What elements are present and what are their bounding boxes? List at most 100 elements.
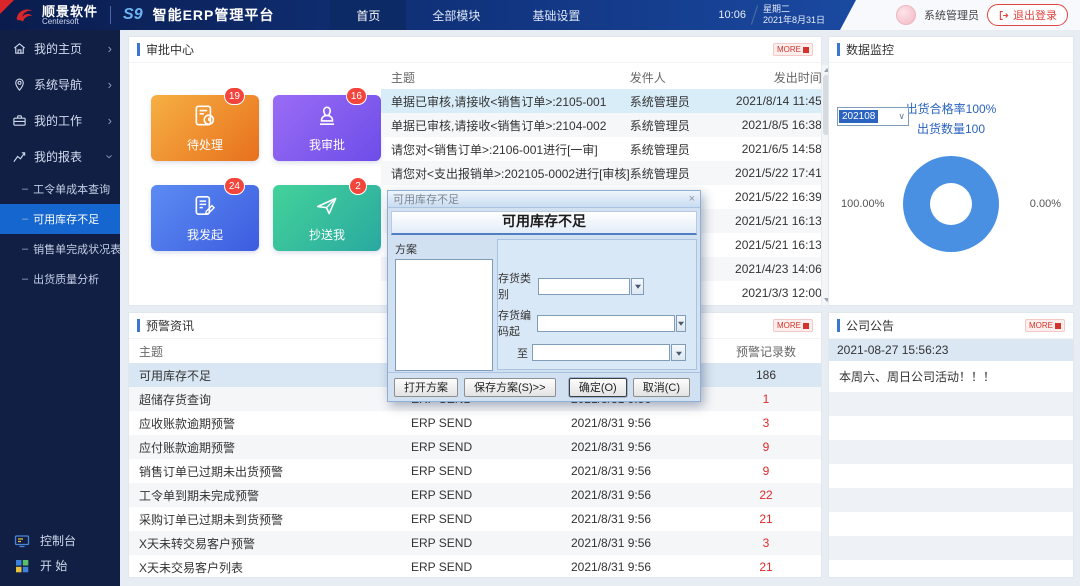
tile-1[interactable]: 16 我审批 <box>273 87 381 161</box>
compose-icon <box>192 193 218 222</box>
sidebar-subitem-3[interactable]: 出货质量分析 <box>0 264 120 294</box>
cell-subject: 单据已审核,请接收<销售订单>:2105-001 <box>391 94 607 109</box>
cell-count: 3 <box>762 536 770 550</box>
plan-listbox[interactable] <box>395 259 493 371</box>
field-input-0[interactable] <box>538 277 631 295</box>
donut-right-label: 0.00% <box>1029 197 1061 210</box>
chevron-right-icon: › <box>107 76 112 92</box>
more-button[interactable]: MORE <box>773 43 813 56</box>
panel-title: 公司公告 <box>846 319 895 333</box>
sidebar-subitem-0[interactable]: 工令单成本查询 <box>0 174 120 204</box>
nav-item-1[interactable]: 全部模块 <box>406 0 506 30</box>
table-row[interactable]: X天未转交易客户预警 ERP SEND 2021/8/31 9:56 3 <box>129 531 821 555</box>
sidebar-subitem-2[interactable]: 销售单完成状况表 <box>0 234 121 264</box>
cancel-button[interactable]: 取消(C) <box>632 377 690 397</box>
panel-title: 预警资讯 <box>146 319 195 333</box>
tile-badge: 16 <box>345 87 367 105</box>
table-row[interactable]: 单据已审核,请接收<销售订单>:2104-002 系统管理员 2021/8/5 16… <box>381 113 826 137</box>
lookup-button[interactable] <box>631 277 644 295</box>
cell-time: 2021/5/22 16:39 <box>735 190 822 204</box>
sidebar-item-label: 我的报表 <box>34 149 83 164</box>
tile-badge: 2 <box>349 177 367 195</box>
cell-sender: ERP SEND <box>411 512 473 526</box>
field-input-1[interactable] <box>536 314 675 332</box>
panel-accent <box>837 319 840 332</box>
sidebar-item-label: 我的主页 <box>34 41 83 56</box>
nav-item-2[interactable]: 基础设置 <box>506 0 606 30</box>
cell-time: 2021/8/31 9:56 <box>571 464 652 478</box>
more-button[interactable]: MORE <box>773 319 813 332</box>
cell-count: 21 <box>759 512 773 526</box>
cell-subject: 可用库存不足 <box>139 368 212 383</box>
cell-count: 9 <box>762 440 770 454</box>
table-header: 主题 发件人 发出时间 <box>391 70 822 85</box>
dialog-title: 可用库存不足 <box>393 194 459 206</box>
period-select[interactable]: 202108 ∨ <box>837 107 909 126</box>
avatar[interactable] <box>896 5 916 25</box>
logout-button[interactable]: 退出登录 <box>987 4 1068 26</box>
sidebar-subitem-1[interactable]: 可用库存不足 <box>0 204 120 234</box>
list-item <box>829 392 1073 416</box>
open-plan-button[interactable]: 打开方案 <box>394 377 458 397</box>
field-row-2: 至 <box>498 344 686 361</box>
cell-sender: ERP SEND <box>411 560 473 574</box>
sidebar-item-0[interactable]: 我的主页 › <box>0 30 120 66</box>
save-plan-button[interactable]: 保存方案(S)>> <box>464 377 556 397</box>
more-icon <box>803 322 809 329</box>
cell-subject: 应收账款逾期预警 <box>139 416 236 431</box>
field-row-0: 存货类别 <box>498 270 686 302</box>
table-row[interactable]: 单据已审核,请接收<销售订单>:2105-001 系统管理员 2021/8/14 1… <box>381 89 826 113</box>
table-row[interactable]: 应收账款逾期预警 ERP SEND 2021/8/31 9:56 3 <box>129 411 821 435</box>
console-button[interactable]: 控制台 <box>0 528 120 553</box>
lookup-button[interactable] <box>671 344 686 361</box>
time: 10:06 <box>718 9 746 21</box>
send-icon <box>314 193 340 222</box>
field-input-2[interactable] <box>532 344 670 361</box>
cell-time: 2021/5/22 17:41 <box>735 166 822 180</box>
cell-count: 9 <box>762 464 770 478</box>
tile-label: 我审批 <box>308 138 345 152</box>
nav-item-0[interactable]: 首页 <box>330 0 407 30</box>
dialog-fields: 存货类别存货编码起至 未审核单据参与计算 <box>497 239 697 386</box>
table-row[interactable]: 请您对<销售订单>:2106-001进行[一审] 系统管理员 2021/6/5 14… <box>381 137 826 161</box>
approval-tiles: 19 待处理 16 我审批 24 我发起 2 抄送我 <box>129 63 381 305</box>
announcement-text: 本周六、周日公司活动！！！ <box>839 370 996 384</box>
cell-subject: 工令单到期未完成预警 <box>139 488 260 503</box>
cell-time: 2021/8/31 9:56 <box>571 536 652 550</box>
more-button[interactable]: MORE <box>1025 319 1065 332</box>
tile-2[interactable]: 24 我发起 <box>151 177 259 251</box>
table-row[interactable]: 采购订单已过期未到货预警 ERP SEND 2021/8/31 9:56 21 <box>129 507 821 531</box>
tile-3[interactable]: 2 抄送我 <box>273 177 381 251</box>
lookup-button[interactable] <box>675 314 686 332</box>
announcement-date[interactable]: 2021-08-27 15:56:23 <box>829 339 1073 361</box>
ok-button[interactable]: 确定(O) <box>568 377 627 397</box>
cell-count: 3 <box>762 416 770 430</box>
chevron-down-icon: › <box>102 153 118 159</box>
tile-0[interactable]: 19 待处理 <box>151 87 259 161</box>
table-row[interactable]: 工令单到期未完成预警 ERP SEND 2021/8/31 9:56 22 <box>129 483 821 507</box>
table-row[interactable]: X天未交易客户列表 ERP SEND 2021/8/31 9:56 21 <box>129 555 821 579</box>
weekday: 星期二 <box>762 3 790 14</box>
donut-chart <box>903 155 999 252</box>
list-item <box>829 488 1073 512</box>
corner-decoration <box>0 0 14 14</box>
cell-sender: 系统管理员 <box>629 118 690 133</box>
sidebar-item-1[interactable]: 系统导航 › <box>0 66 120 102</box>
panel-title: 审批中心 <box>146 43 195 57</box>
cell-time: 2021/5/21 16:13 <box>735 238 822 252</box>
start-button[interactable]: 开 始 <box>0 553 120 578</box>
sidebar-item-2[interactable]: 我的工作 › <box>0 102 120 138</box>
table-row[interactable]: 请您对<支出报销单>:202105-0002进行[审核] 系统管理员 2021/5/… <box>381 161 826 185</box>
dialog-titlebar[interactable]: 可用库存不足 × <box>388 191 700 208</box>
list-item <box>829 464 1073 488</box>
close-icon[interactable]: × <box>689 193 695 205</box>
user-name: 系统管理员 <box>924 10 979 22</box>
sidebar-item-3[interactable]: 我的报表 › <box>0 138 120 174</box>
table-row[interactable]: 销售订单已过期未出货预警 ERP SEND 2021/8/31 9:56 9 <box>129 459 821 483</box>
report-icon <box>12 149 27 164</box>
chevron-down-icon: ∨ <box>898 111 905 121</box>
navbar-user-area: 系统管理员 退出登录 <box>840 0 1080 30</box>
table-row[interactable]: 应付账款逾期预警 ERP SEND 2021/8/31 9:56 9 <box>129 435 821 459</box>
sidebar-item-label: 系统导航 <box>34 77 83 92</box>
chevron-right-icon: › <box>107 40 112 56</box>
